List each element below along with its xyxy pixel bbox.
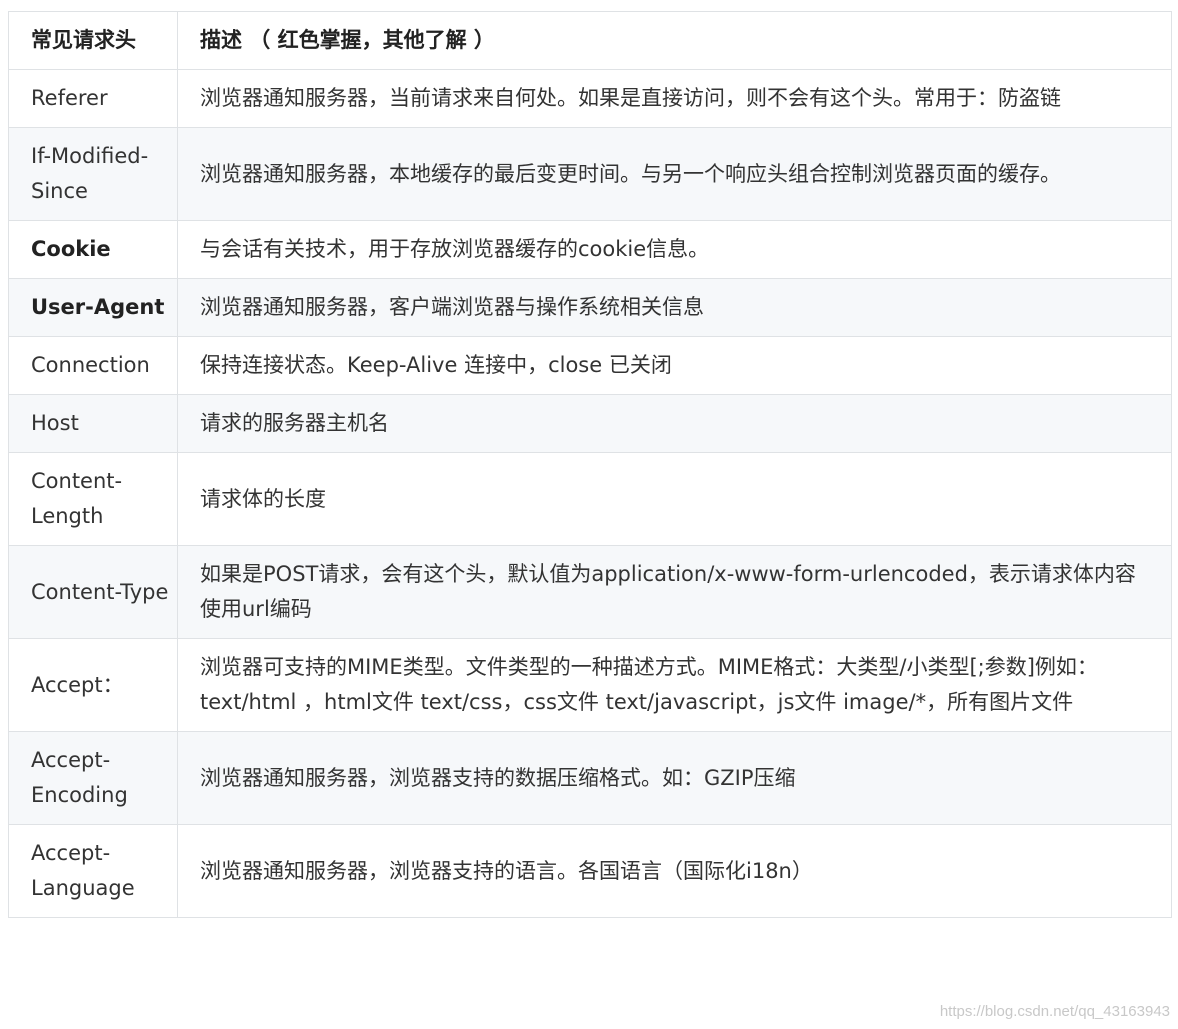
table-row: Accept： 浏览器可支持的MIME类型。文件类型的一种描述方式。MIME格式… — [8, 638, 1172, 732]
table-row: Host 请求的服务器主机名 — [8, 394, 1172, 453]
row-header-desc: 请求体的长度 — [177, 452, 1172, 546]
row-header-name: Accept-Language — [8, 824, 178, 918]
table-row: User-Agent 浏览器通知服务器，客户端浏览器与操作系统相关信息 — [8, 278, 1172, 337]
watermark-text: https://blog.csdn.net/qq_43163943 — [939, 1003, 1170, 1020]
row-header-name: User-Agent — [8, 278, 178, 337]
row-header-name: Content-Length — [8, 452, 178, 546]
table-row: Connection 保持连接状态。Keep-Alive 连接中，close 已… — [8, 336, 1172, 395]
row-header-name: If-Modified-Since — [8, 127, 178, 221]
table-row: Cookie 与会话有关技术，用于存放浏览器缓存的cookie信息。 — [8, 220, 1172, 279]
row-header-name: Referer — [8, 69, 178, 128]
row-header-desc: 浏览器通知服务器，当前请求来自何处。如果是直接访问，则不会有这个头。常用于：防盗… — [177, 69, 1172, 128]
row-header-name: Cookie — [8, 220, 178, 279]
table-row: Accept-Encoding 浏览器通知服务器，浏览器支持的数据压缩格式。如：… — [8, 731, 1172, 825]
row-header-name: Host — [8, 394, 178, 453]
row-header-desc: 浏览器通知服务器，浏览器支持的语言。各国语言（国际化i18n） — [177, 824, 1172, 918]
request-headers-table: 常见请求头 描述 （ 红色掌握，其他了解 ） Referer 浏览器通知服务器，… — [8, 11, 1172, 918]
row-header-desc: 浏览器通知服务器，客户端浏览器与操作系统相关信息 — [177, 278, 1172, 337]
row-header-desc: 如果是POST请求，会有这个头，默认值为application/x-www-fo… — [177, 545, 1172, 639]
table-header-row: 常见请求头 描述 （ 红色掌握，其他了解 ） — [8, 11, 1172, 70]
row-header-desc: 浏览器通知服务器，本地缓存的最后变更时间。与另一个响应头组合控制浏览器页面的缓存… — [177, 127, 1172, 221]
header-desc-column: 描述 （ 红色掌握，其他了解 ） — [177, 11, 1172, 70]
table-row: If-Modified-Since 浏览器通知服务器，本地缓存的最后变更时间。与… — [8, 127, 1172, 221]
row-header-desc: 浏览器可支持的MIME类型。文件类型的一种描述方式。MIME格式：大类型/小类型… — [177, 638, 1172, 732]
header-name-column: 常见请求头 — [8, 11, 178, 70]
table-row: Content-Type 如果是POST请求，会有这个头，默认值为applica… — [8, 545, 1172, 639]
row-header-desc: 与会话有关技术，用于存放浏览器缓存的cookie信息。 — [177, 220, 1172, 279]
row-header-desc: 浏览器通知服务器，浏览器支持的数据压缩格式。如：GZIP压缩 — [177, 731, 1172, 825]
row-header-name: Content-Type — [8, 545, 178, 639]
row-header-desc: 请求的服务器主机名 — [177, 394, 1172, 453]
table-row: Accept-Language 浏览器通知服务器，浏览器支持的语言。各国语言（国… — [8, 824, 1172, 918]
request-headers-table-container: 常见请求头 描述 （ 红色掌握，其他了解 ） Referer 浏览器通知服务器，… — [8, 11, 1172, 918]
row-header-name: Accept-Encoding — [8, 731, 178, 825]
table-row: Referer 浏览器通知服务器，当前请求来自何处。如果是直接访问，则不会有这个… — [8, 69, 1172, 128]
table-row: Content-Length 请求体的长度 — [8, 452, 1172, 546]
row-header-name: Accept： — [8, 638, 178, 732]
row-header-name: Connection — [8, 336, 178, 395]
row-header-desc: 保持连接状态。Keep-Alive 连接中，close 已关闭 — [177, 336, 1172, 395]
